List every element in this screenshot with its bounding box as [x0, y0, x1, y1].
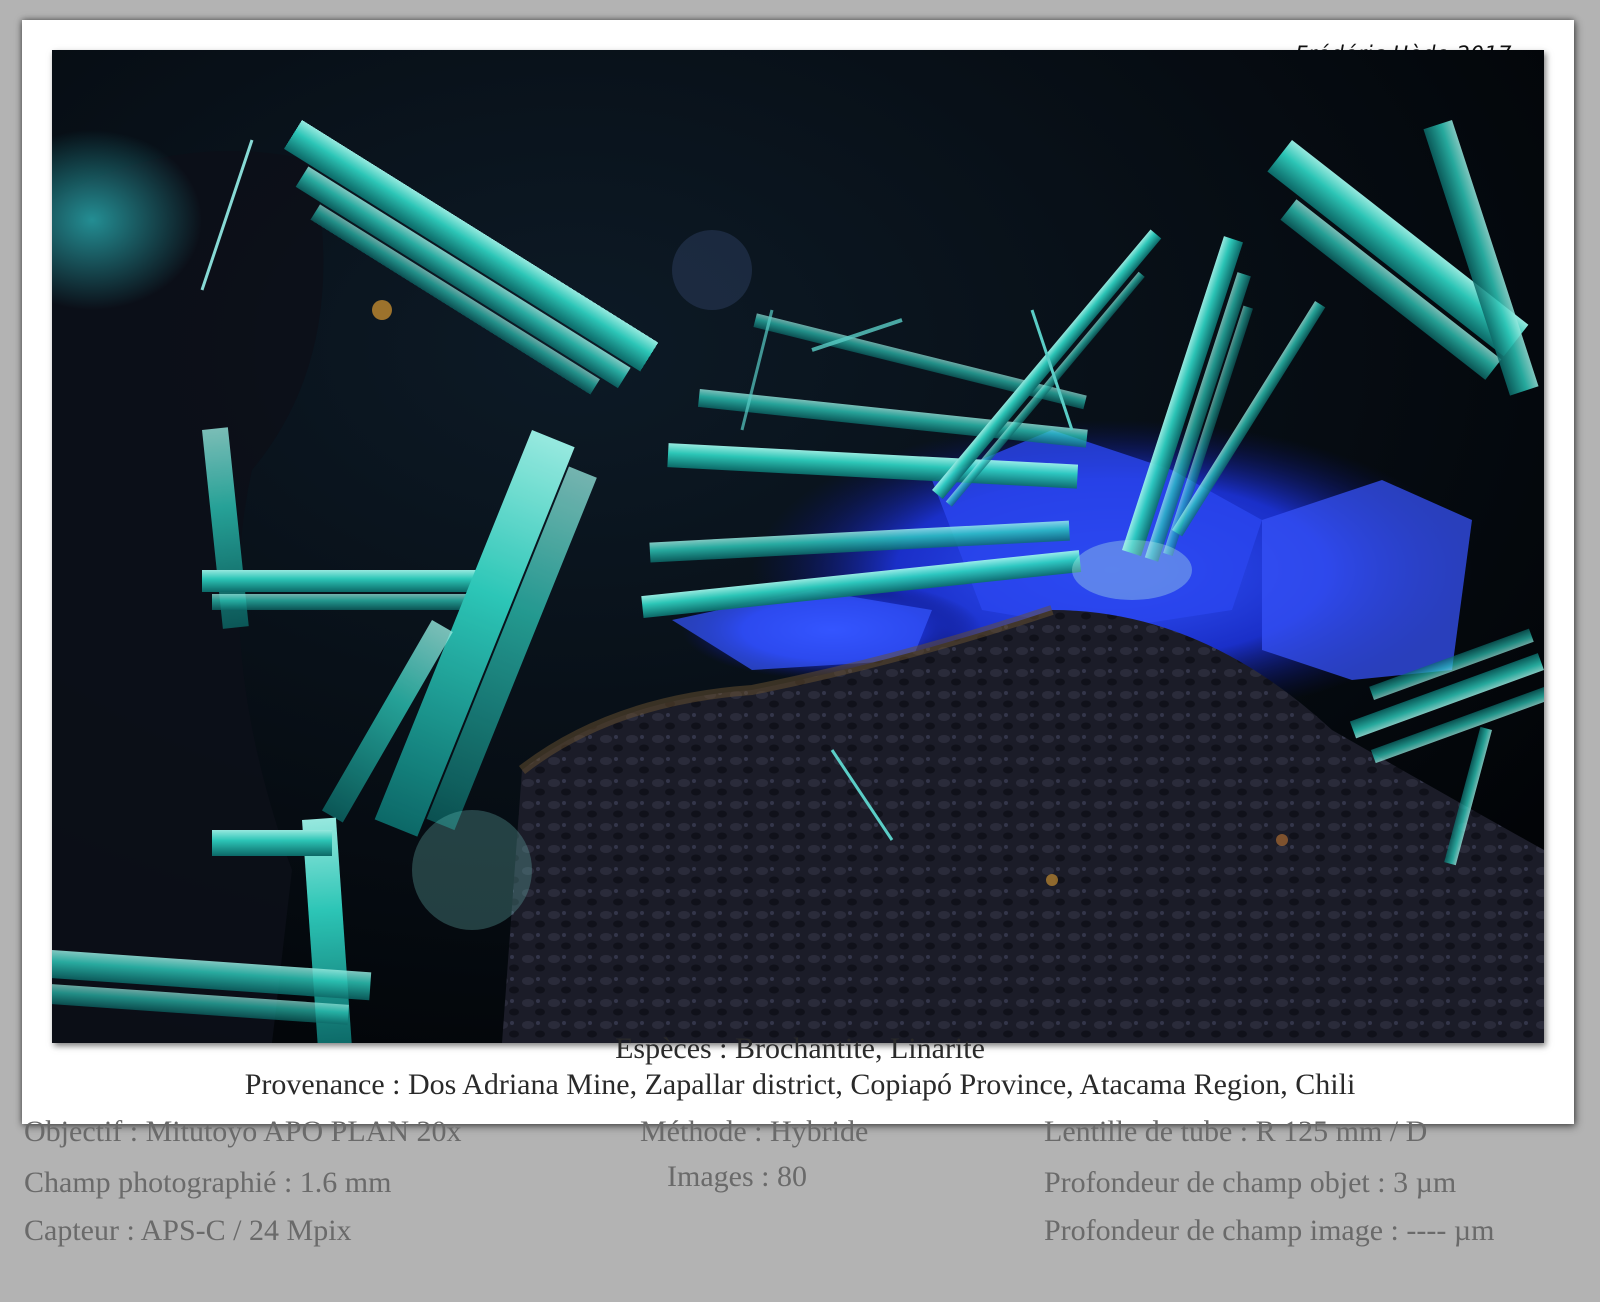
object-dof-info: Profondeur de champ objet : 3 µm: [1044, 1166, 1457, 1199]
locality-caption: Provenance : Dos Adriana Mine, Zapallar …: [244, 1068, 1356, 1101]
images-info: Images : 80: [667, 1160, 807, 1193]
method-info: Méthode : Hybride: [640, 1115, 869, 1148]
sensor-info: Capteur : APS-C / 24 Mpix: [24, 1214, 352, 1247]
species-caption: Espèces : Brochantite, Linarite: [615, 1032, 985, 1065]
image-dof-info: Profondeur de champ image : ---- µm: [1044, 1214, 1495, 1247]
photo-frame: Frédéric Hède 2017: [22, 20, 1574, 1124]
field-info: Champ photographié : 1.6 mm: [24, 1166, 392, 1199]
mineral-photograph: [52, 50, 1544, 1043]
objective-info: Objectif : Mitutoyo APO PLAN 20x: [24, 1115, 462, 1148]
tube-lens-info: Lentille de tube : R 125 mm / D: [1044, 1115, 1428, 1148]
crystal-illustration: [52, 50, 1544, 1043]
